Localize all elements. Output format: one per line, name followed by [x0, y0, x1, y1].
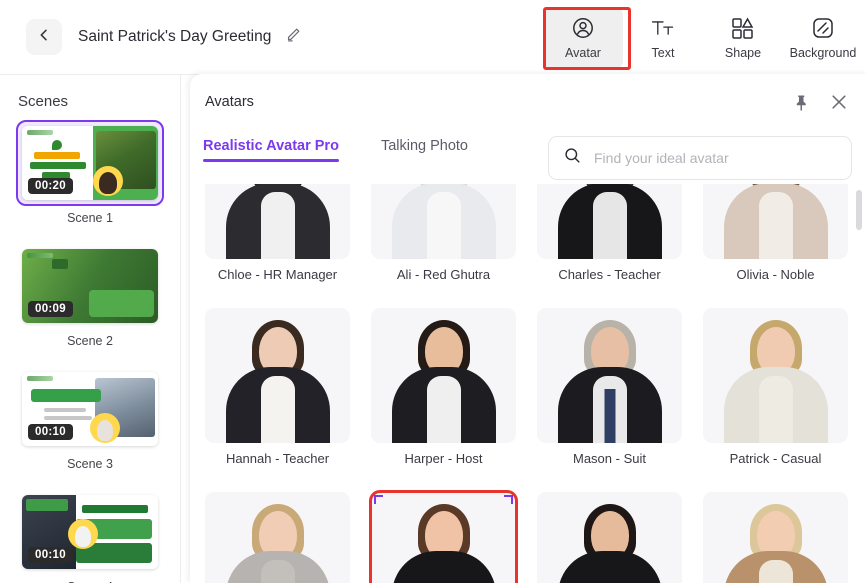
avatar-search-box[interactable] — [548, 136, 852, 180]
tool-shape[interactable]: Shape — [703, 7, 783, 69]
avatar-name: Harper - Host — [404, 451, 483, 466]
search-input[interactable] — [594, 150, 837, 166]
scene-duration: 00:10 — [28, 424, 73, 440]
avatar-person-icon — [571, 15, 595, 41]
avatar-name: Ali - Red Ghutra — [396, 267, 491, 282]
pencil-icon — [285, 26, 302, 48]
scene-list: 00:20 Scene 1 00:09 Scene 2 00:10 Scene … — [0, 120, 180, 583]
pin-icon[interactable] — [793, 94, 811, 117]
avatar-card-brittany-dress[interactable]: Brittany - Dress — [205, 492, 350, 583]
background-icon — [811, 15, 835, 41]
scene-thumbnail-2[interactable]: 00:09 — [16, 243, 164, 329]
scene-item-2[interactable]: 00:09 Scene 2 — [16, 243, 164, 360]
scenes-sidebar: Scenes 00:20 Scene 1 00:09 Scene 2 00:10… — [0, 75, 181, 583]
edit-title-button[interactable] — [285, 26, 302, 48]
tool-buttons: Avatar Text Shape Background — [543, 0, 863, 75]
video-editor-app: Saint Patrick's Day Greeting Avatar Text — [0, 0, 867, 583]
avatar-name: Chloe - HR Manager — [217, 267, 338, 282]
avatars-panel: Avatars Realistic Avatar Pro Talking Pho… — [190, 74, 867, 583]
avatar-card-ali-red-ghutra[interactable]: Ali - Red Ghutra — [371, 184, 516, 282]
scene-label: Scene 2 — [67, 334, 113, 348]
chevron-left-icon — [36, 27, 52, 48]
avatar-card-chloe-hr-manager[interactable]: Chloe - HR Manager — [205, 184, 350, 282]
scene-label: Scene 1 — [67, 211, 113, 225]
tool-avatar-label: Avatar — [565, 46, 601, 60]
close-icon[interactable] — [829, 92, 849, 117]
tab-talking-photo[interactable]: Talking Photo — [381, 138, 468, 162]
avatar-card-hannah-teacher[interactable]: Hannah - Teacher — [205, 308, 350, 466]
tool-text[interactable]: Text — [623, 7, 703, 69]
tool-shape-label: Shape — [724, 46, 762, 60]
scene-thumbnail-4[interactable]: 00:10 — [16, 489, 164, 575]
search-icon — [563, 146, 582, 170]
avatar-card-nora-host[interactable]: Nora - Host — [537, 492, 682, 583]
scene-label: Scene 3 — [67, 457, 113, 471]
avatar-name: Charles - Teacher — [558, 267, 661, 282]
scenes-title: Scenes — [18, 93, 69, 110]
avatars-panel-header: Avatars — [190, 74, 867, 130]
top-toolbar: Saint Patrick's Day Greeting Avatar Text — [0, 0, 867, 75]
avatar-card-patrick-casual[interactable]: Patrick - Casual — [703, 308, 848, 466]
tool-avatar[interactable]: Avatar — [543, 6, 623, 69]
tool-background[interactable]: Background — [783, 7, 863, 69]
tool-background-label: Background — [789, 46, 857, 60]
avatar-name: Olivia - Noble — [736, 267, 815, 282]
scene-duration: 00:09 — [28, 301, 73, 317]
tool-text-label: Text — [651, 46, 675, 60]
scene-item-1[interactable]: 00:20 Scene 1 — [16, 120, 164, 237]
page-title: Saint Patrick's Day Greeting — [78, 28, 272, 45]
avatar-card-charles-teacher[interactable]: Charles - Teacher — [537, 184, 682, 282]
avatar-name: Hannah - Teacher — [225, 451, 330, 466]
avatars-panel-title: Avatars — [205, 94, 254, 110]
avatar-card-mila-formal[interactable]: Mila - Formal — [703, 492, 848, 583]
scene-thumbnail-1[interactable]: 00:20 — [16, 120, 164, 206]
scene-duration: 00:10 — [28, 547, 73, 563]
avatar-category-tabs: Realistic Avatar Pro Talking Photo — [203, 138, 468, 162]
avatar-name: Patrick - Casual — [729, 451, 822, 466]
scene-duration: 00:20 — [28, 178, 73, 194]
avatar-card-olivia-noble[interactable]: Olivia - Noble — [703, 184, 848, 282]
avatar-card-basma-casual[interactable]: Basma - Casual — [369, 490, 518, 583]
shapes-icon — [730, 15, 756, 41]
tab-realistic-avatar-pro[interactable]: Realistic Avatar Pro — [203, 138, 339, 162]
text-tt-icon — [650, 15, 676, 41]
avatar-card-harper-host[interactable]: Harper - Host — [371, 308, 516, 466]
avatar-name: Mason - Suit — [573, 451, 646, 466]
avatar-grid-scroll[interactable]: Chloe - HR Manager Ali - Red Ghutra Char… — [190, 184, 867, 583]
avatar-card-mason-suit[interactable]: Mason - Suit — [537, 308, 682, 466]
scene-item-4[interactable]: 00:10 Scene 4 — [16, 489, 164, 583]
avatar-grid: Chloe - HR Manager Ali - Red Ghutra Char… — [205, 184, 848, 583]
scene-item-3[interactable]: 00:10 Scene 3 — [16, 366, 164, 483]
scene-thumbnail-3[interactable]: 00:10 — [16, 366, 164, 452]
back-button[interactable] — [26, 19, 62, 55]
avatar-grid-scrollbar[interactable] — [856, 190, 862, 230]
